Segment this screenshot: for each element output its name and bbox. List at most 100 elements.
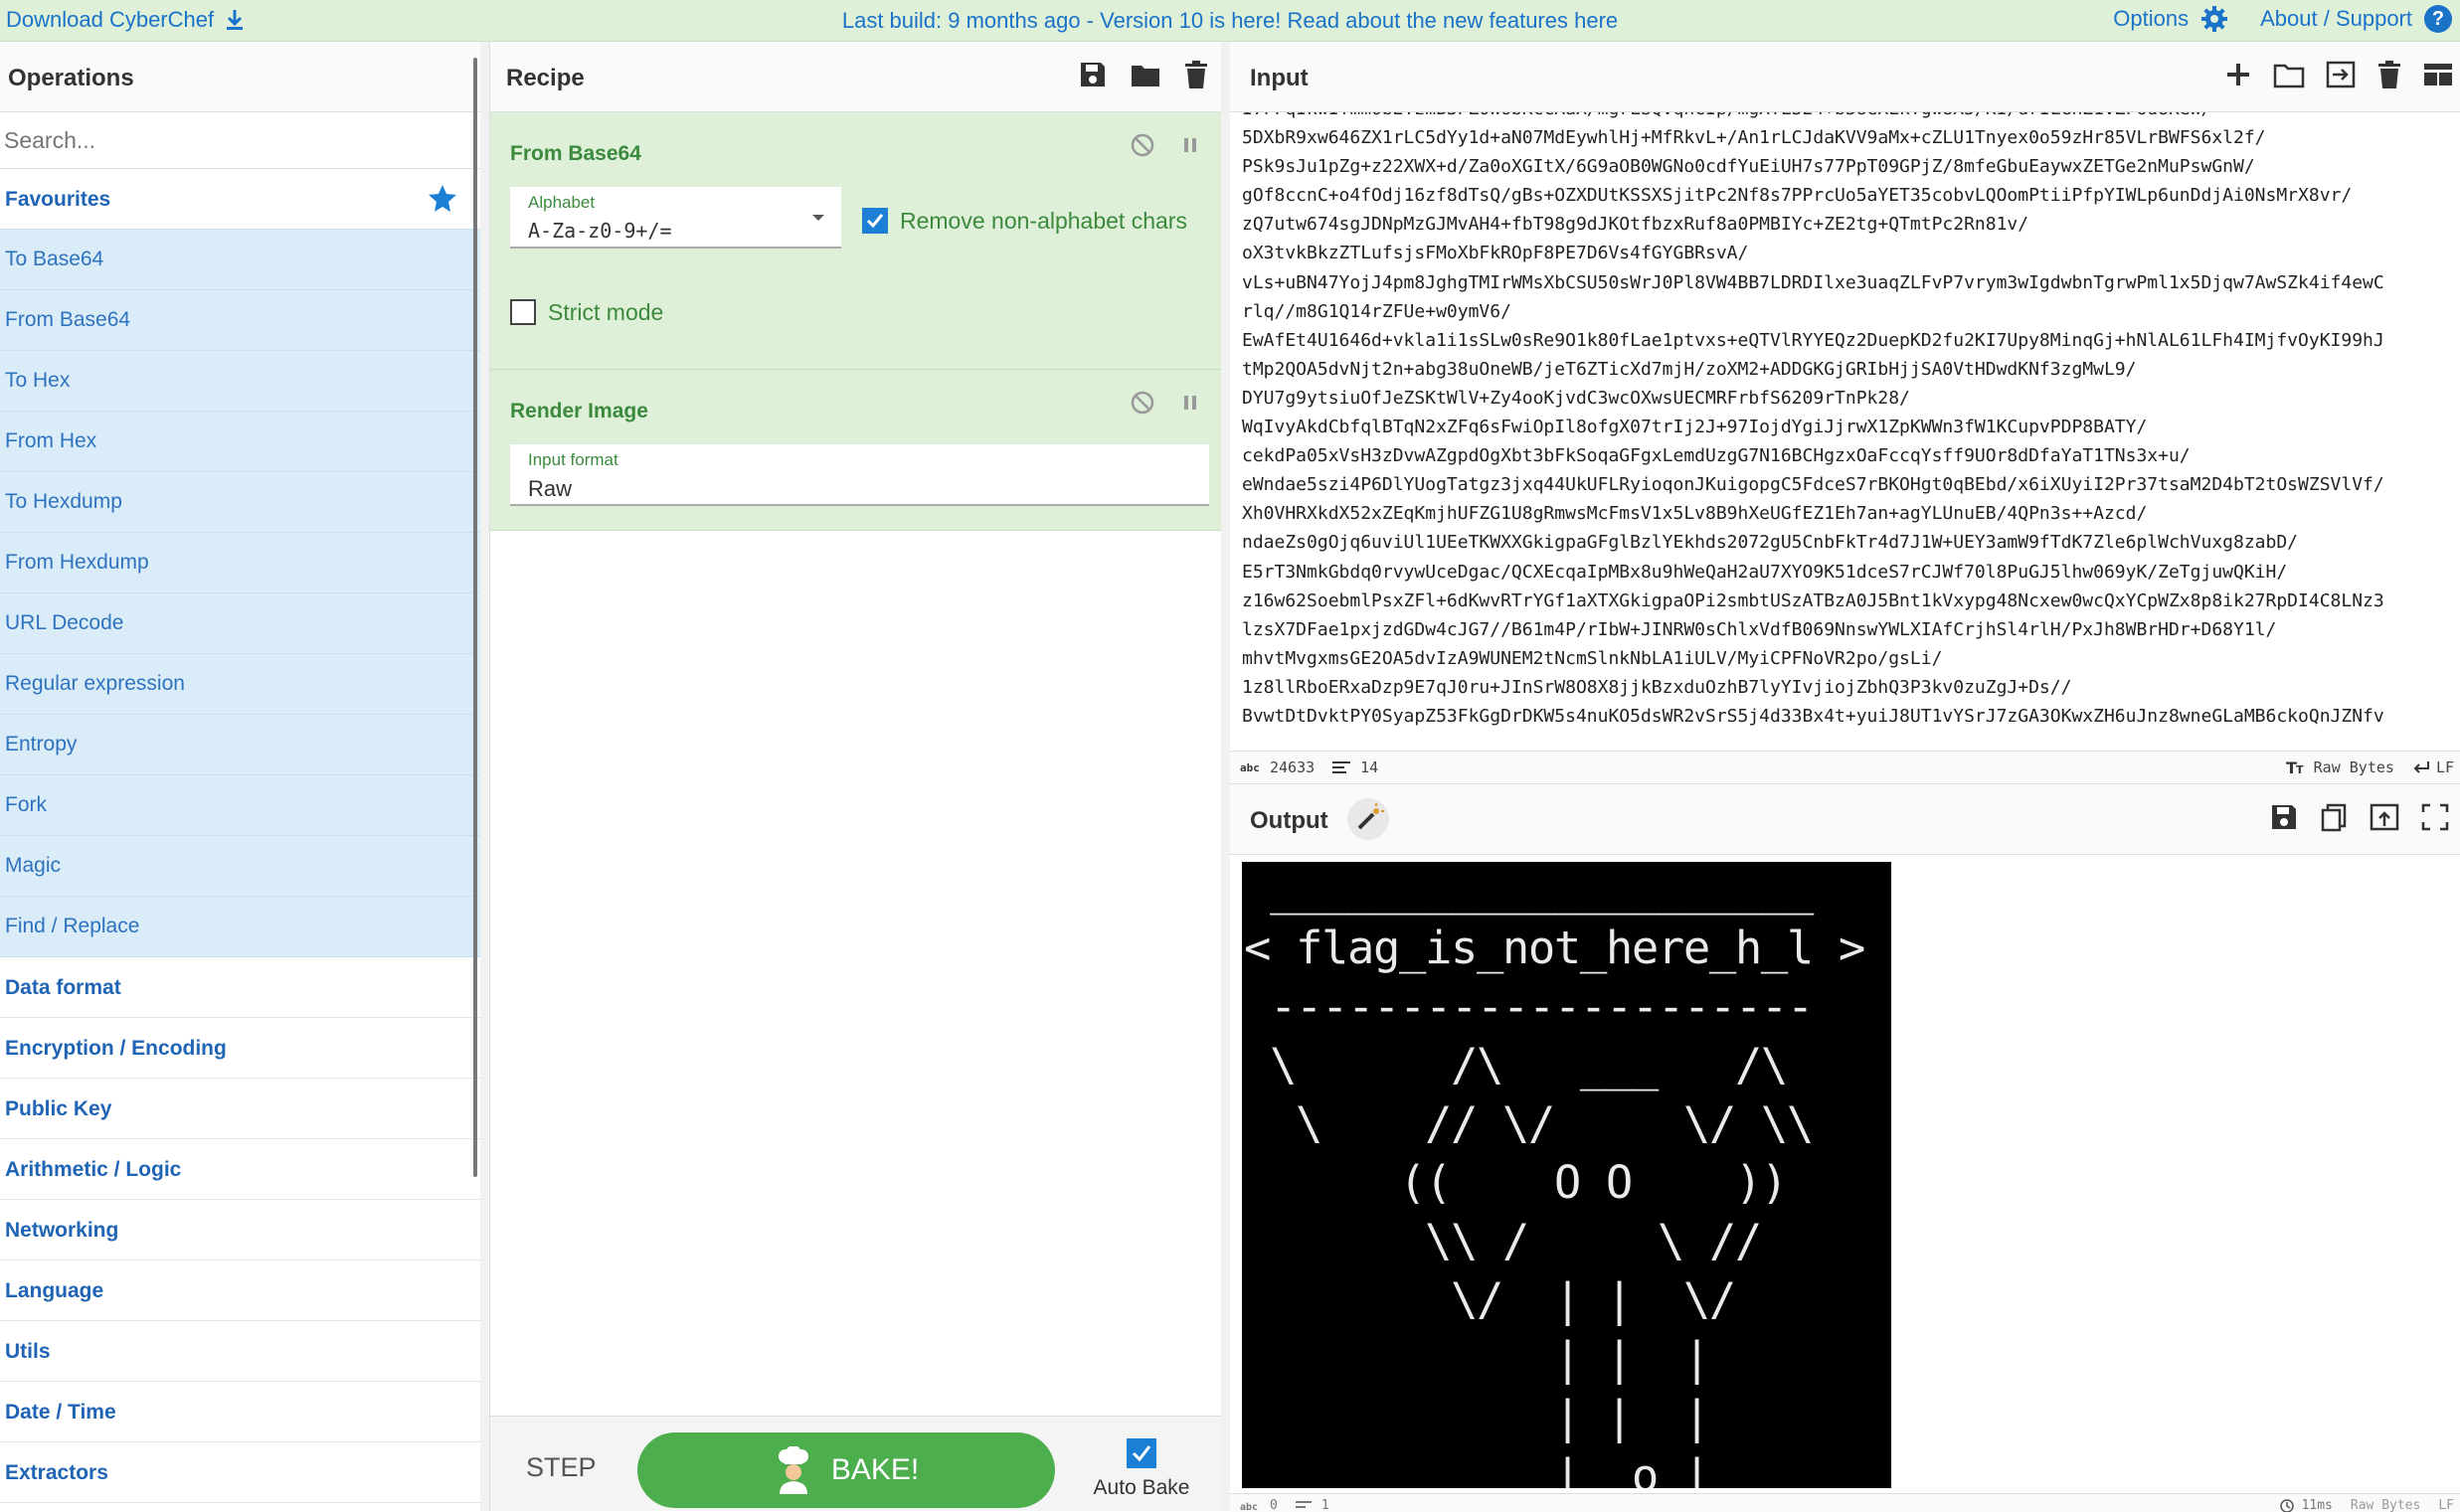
input-line[interactable]: E5rT3NmkGbdq0rvywUceDgac/QCXEcqaIpMBx8u9… [1230, 558, 2460, 587]
bake-button[interactable]: BAKE! [637, 1432, 1055, 1508]
strict-mode-label[interactable]: Strict mode [548, 299, 663, 326]
input-line[interactable]: lzsX7DFae1pxjzdGDw4cJG7//B61m4P/rIbW+JIN… [1230, 615, 2460, 644]
input-line[interactable]: WqIvyAkdCbfqlBTqN2xZFq6sFwiOpIl8ofgX07tr… [1230, 413, 2460, 441]
column-resizer-right[interactable] [1221, 42, 1230, 1511]
category-networking[interactable]: Networking [0, 1200, 480, 1260]
category-arithmetic-logic[interactable]: Arithmetic / Logic [0, 1139, 480, 1200]
input-line[interactable]: 5DXbR9xw646ZX1rLC5dYy1d+aN07MdEywhlHj+Mf… [1230, 123, 2460, 152]
input-text-area[interactable]: I7FFqIkwIYmm0b2YzmB3PZ0W6bKcCAaX/mgrLSQv… [1230, 112, 2460, 751]
input-line[interactable]: oX3tvkBkzZTLufsjsFMoXbFkROpF8PE7D6Vs4fGY… [1230, 239, 2460, 267]
bake-label[interactable]: BAKE! [831, 1453, 919, 1487]
build-message[interactable]: Last build: 9 months ago - Version 10 is… [0, 8, 2460, 34]
input-line[interactable]: PSk9sJu1pZg+z22XWX+d/Za0oXGItX/6G9aOB0WG… [1230, 152, 2460, 181]
operation-find-replace[interactable]: Find / Replace [0, 897, 480, 957]
category-date-time[interactable]: Date / Time [0, 1382, 480, 1442]
input-line[interactable]: BvwtDtDvktPY0SyapZ53FkGgDrDKW5s4nuKO5dsW… [1230, 702, 2460, 731]
input-line[interactable]: I7FFqIkwIYmm0b2YzmB3PZ0W6bKcCAaX/mgrLSQv… [1230, 112, 2460, 123]
search-input[interactable] [0, 112, 473, 168]
disable-icon[interactable] [1130, 132, 1155, 158]
remove-nonalpha-checkbox[interactable] [862, 208, 888, 234]
category-encryption-encoding[interactable]: Encryption / Encoding [0, 1018, 480, 1079]
plus-icon[interactable] [2223, 60, 2253, 89]
input-line[interactable]: z16w62SoebmlPsxZFl+6dKwvRTrYGf1aXTXGkigp… [1230, 587, 2460, 615]
pause-icon[interactable] [1181, 132, 1199, 158]
operation-fork[interactable]: Fork [0, 775, 480, 836]
input-line[interactable]: eWndae5szi4P6DlYUogTatgz3jxq44UkUFLRyioq… [1230, 470, 2460, 499]
star-icon[interactable] [428, 183, 457, 213]
operation-to-hexdump[interactable]: To Hexdump [0, 472, 480, 533]
auto-bake[interactable]: Auto Bake [1082, 1438, 1201, 1500]
column-resizer-left[interactable] [480, 42, 489, 1511]
alphabet-select[interactable]: Alphabet A-Za-z0-9+/= [510, 187, 841, 249]
input-line[interactable]: Xh0VHRXkdX52xZEqKmjhUFZG1U8gRmwsMcFmsV1x… [1230, 499, 2460, 528]
input-eol[interactable]: LF [2412, 758, 2454, 776]
save-output-icon[interactable] [2269, 802, 2299, 832]
category-public-key[interactable]: Public Key [0, 1079, 480, 1139]
operation-from-base64[interactable]: From Base64 [0, 290, 480, 351]
input-encoding[interactable]: TT Raw Bytes [2286, 758, 2394, 776]
step-button[interactable]: STEP [526, 1452, 597, 1483]
input-line[interactable]: EwAfEt4U1646d+vkla1i1sSLw0sRe9O1k80fLae1… [1230, 326, 2460, 355]
input-format-field[interactable]: Input format Raw [510, 444, 1209, 506]
category-language[interactable]: Language [0, 1260, 480, 1321]
operation-entropy[interactable]: Entropy [0, 715, 480, 775]
chevron-down-icon[interactable] [811, 213, 825, 223]
search-box[interactable] [0, 112, 480, 169]
magic-wand-button[interactable] [1347, 798, 1389, 840]
copy-icon[interactable] [2319, 802, 2349, 832]
layout-icon[interactable] [2422, 60, 2454, 89]
options-link[interactable]: Options [2113, 6, 2189, 32]
pause-icon[interactable] [1181, 390, 1199, 416]
replace-input-icon[interactable] [2369, 802, 2400, 832]
category-label[interactable]: Favourites [5, 188, 110, 212]
operation-magic[interactable]: Magic [0, 836, 480, 897]
operation-to-hex[interactable]: To Hex [0, 351, 480, 412]
input-header: Input [1230, 42, 2460, 112]
top-banner: Download CyberChef Last build: 9 months … [0, 0, 2460, 42]
operation-from-hex[interactable]: From Hex [0, 412, 480, 472]
maximise-icon[interactable] [2420, 802, 2450, 832]
trash-icon[interactable] [1183, 60, 1209, 89]
operations-scrollbar[interactable] [473, 58, 477, 1177]
trash-icon[interactable] [2376, 60, 2402, 89]
gear-icon[interactable] [2200, 5, 2228, 33]
op-name: From Base64 [510, 142, 641, 166]
recipe-op-from-base64[interactable]: From Base64 Alphabet A-Za-z0-9+/= Remove… [490, 112, 1229, 370]
magic-wand-icon[interactable] [1347, 798, 1389, 840]
folder-icon[interactable] [1130, 60, 1161, 89]
output-encoding[interactable]: Raw Bytes [2351, 1498, 2420, 1512]
operation-from-hexdump[interactable]: From Hexdump [0, 533, 480, 593]
lines-icon [1296, 1500, 1312, 1512]
input-line[interactable]: 1z8llRboERxaDzp9E7qJ0ru+JInSrW8O8X8jjkBz… [1230, 673, 2460, 702]
category-utils[interactable]: Utils [0, 1321, 480, 1382]
category-extractors[interactable]: Extractors [0, 1442, 480, 1503]
about-support-link[interactable]: About / Support [2260, 6, 2412, 32]
recipe-op-render-image[interactable]: Render Image Input format Raw [490, 370, 1229, 531]
input-line[interactable]: ndaeZs0gOjq6uviUl1UEeTKWXXGkigpaGFglBzlY… [1230, 528, 2460, 557]
input-line[interactable]: cekdPa05xVsH3zDvwAZgpdOgXbt3bFkSoqaGFgxL… [1230, 441, 2460, 470]
open-file-icon[interactable] [2325, 60, 2357, 89]
open-folder-icon[interactable] [2273, 60, 2305, 89]
input-line[interactable]: vLs+uBN47YojJ4pm8JghgTMIrWMsXbCSU50sWrJ0… [1230, 268, 2460, 297]
output-eol[interactable]: LF [2438, 1498, 2454, 1512]
input-line[interactable]: mhvtMvgxmsGE2OA5dvIzA9WUNEM2tNcmSlnkNbLA… [1230, 644, 2460, 673]
help-icon[interactable]: ? [2424, 5, 2452, 33]
remove-nonalpha-label[interactable]: Remove non-alphabet chars [900, 208, 1187, 235]
disable-icon[interactable] [1130, 390, 1155, 416]
operation-to-base64[interactable]: To Base64 [0, 230, 480, 290]
input-format-value[interactable]: Raw [528, 476, 572, 502]
category-data-format[interactable]: Data format [0, 957, 480, 1018]
input-line[interactable]: DYU7g9ytsiuOfJeZSKtWlV+Zy4ooKjvdC3wcOXws… [1230, 384, 2460, 413]
save-icon[interactable] [1078, 60, 1108, 89]
operation-url-decode[interactable]: URL Decode [0, 593, 480, 654]
category-favourites[interactable]: Favourites [0, 169, 480, 230]
input-line[interactable]: zQ7utw674sgJDNpMzGJMvAH4+fbT98g9dJKOtfbz… [1230, 210, 2460, 239]
strict-mode-checkbox[interactable] [510, 299, 536, 325]
auto-bake-label[interactable]: Auto Bake [1082, 1476, 1201, 1500]
auto-bake-checkbox[interactable] [1127, 1438, 1156, 1468]
input-line[interactable]: rlq//m8G1Q14rZFUe+w0ymV6/ [1230, 297, 2460, 326]
input-line[interactable]: tMp2QOA5dvNjt2n+abg38uOneWB/jeT6ZTicXd7m… [1230, 355, 2460, 384]
alphabet-value[interactable]: A-Za-z0-9+/= [528, 219, 672, 243]
operation-regular-expression[interactable]: Regular expression [0, 654, 480, 715]
input-line[interactable]: gOf8ccnC+o4fOdj16zf8dTsQ/gBs+OZXDUtKSSXS… [1230, 181, 2460, 210]
